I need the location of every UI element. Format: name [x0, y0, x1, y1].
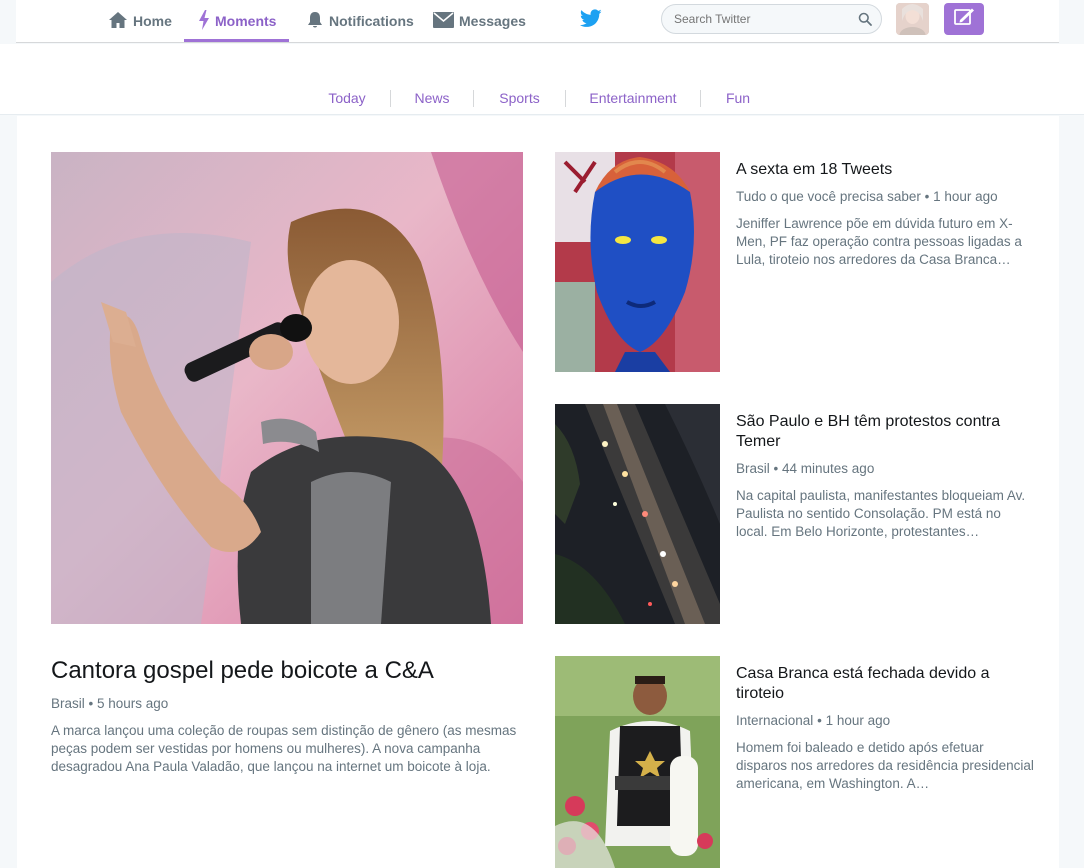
compose-icon	[953, 7, 975, 32]
hero-time: 5 hours ago	[97, 696, 169, 711]
moment-card-image[interactable]	[555, 152, 720, 372]
moment-card-meta: Brasil • 44 minutes ago	[736, 461, 874, 476]
compose-tweet-button[interactable]	[944, 3, 984, 35]
nav-moments-label: Moments	[215, 13, 277, 29]
hero-moment-image[interactable]	[51, 152, 523, 624]
nav-home[interactable]: Home	[108, 0, 172, 42]
moment-card-title[interactable]: Casa Branca está fechada devido a tirote…	[736, 664, 1036, 704]
moment-card-description: Na capital paulista, manifestantes bloqu…	[736, 488, 1026, 539]
moment-card-description: Homem foi baleado e detido após efetuar …	[736, 740, 1034, 791]
home-icon	[108, 11, 128, 32]
nav-notifications-label: Notifications	[329, 13, 414, 29]
nav-messages-label: Messages	[459, 13, 526, 29]
nav-moments[interactable]: Moments	[184, 0, 289, 42]
moment-card-meta: Tudo o que você precisa saber • 1 hour a…	[736, 189, 998, 204]
card-time: 1 hour ago	[825, 713, 891, 728]
moment-card-title[interactable]: A sexta em 18 Tweets	[736, 160, 1036, 180]
search-input[interactable]	[674, 12, 844, 26]
card-time: 44 minutes ago	[782, 461, 875, 476]
card-category: Internacional	[736, 713, 814, 728]
user-avatar[interactable]	[896, 3, 929, 35]
card-time: 1 hour ago	[933, 189, 998, 204]
moment-card-image[interactable]	[555, 656, 720, 868]
hero-moment-description: A marca lançou uma coleção de roupas sem…	[51, 723, 517, 774]
moment-card-meta: Internacional • 1 hour ago	[736, 713, 890, 728]
moment-card-description: Jeniffer Lawrence põe em dúvida futuro e…	[736, 216, 1022, 267]
nav-messages[interactable]: Messages	[433, 0, 526, 42]
meta-separator: •	[817, 713, 826, 728]
top-navigation: Home Moments Notifications Messages	[16, 0, 1059, 43]
meta-separator: •	[924, 189, 934, 204]
moments-content: Cantora gospel pede boicote a C&A Brasil…	[17, 116, 1059, 868]
hero-moment-title[interactable]: Cantora gospel pede boicote a C&A	[51, 657, 434, 685]
twitter-bird-icon[interactable]	[579, 9, 602, 33]
envelope-icon	[433, 11, 454, 31]
meta-separator: •	[88, 696, 98, 711]
moment-card-image[interactable]	[555, 404, 720, 624]
card-category: Tudo o que você precisa saber	[736, 189, 921, 204]
moment-card-title[interactable]: São Paulo e BH têm protestos contra Teme…	[736, 412, 1036, 452]
bell-icon	[306, 11, 324, 32]
search-icon[interactable]	[858, 12, 872, 31]
lightning-icon	[198, 9, 210, 33]
search-box	[661, 4, 882, 34]
nav-notifications[interactable]: Notifications	[306, 0, 414, 42]
hero-moment-meta: Brasil • 5 hours ago	[51, 696, 168, 711]
nav-home-label: Home	[133, 13, 172, 29]
card-category: Brasil	[736, 461, 770, 476]
hero-category: Brasil	[51, 696, 85, 711]
meta-separator: •	[773, 461, 783, 476]
